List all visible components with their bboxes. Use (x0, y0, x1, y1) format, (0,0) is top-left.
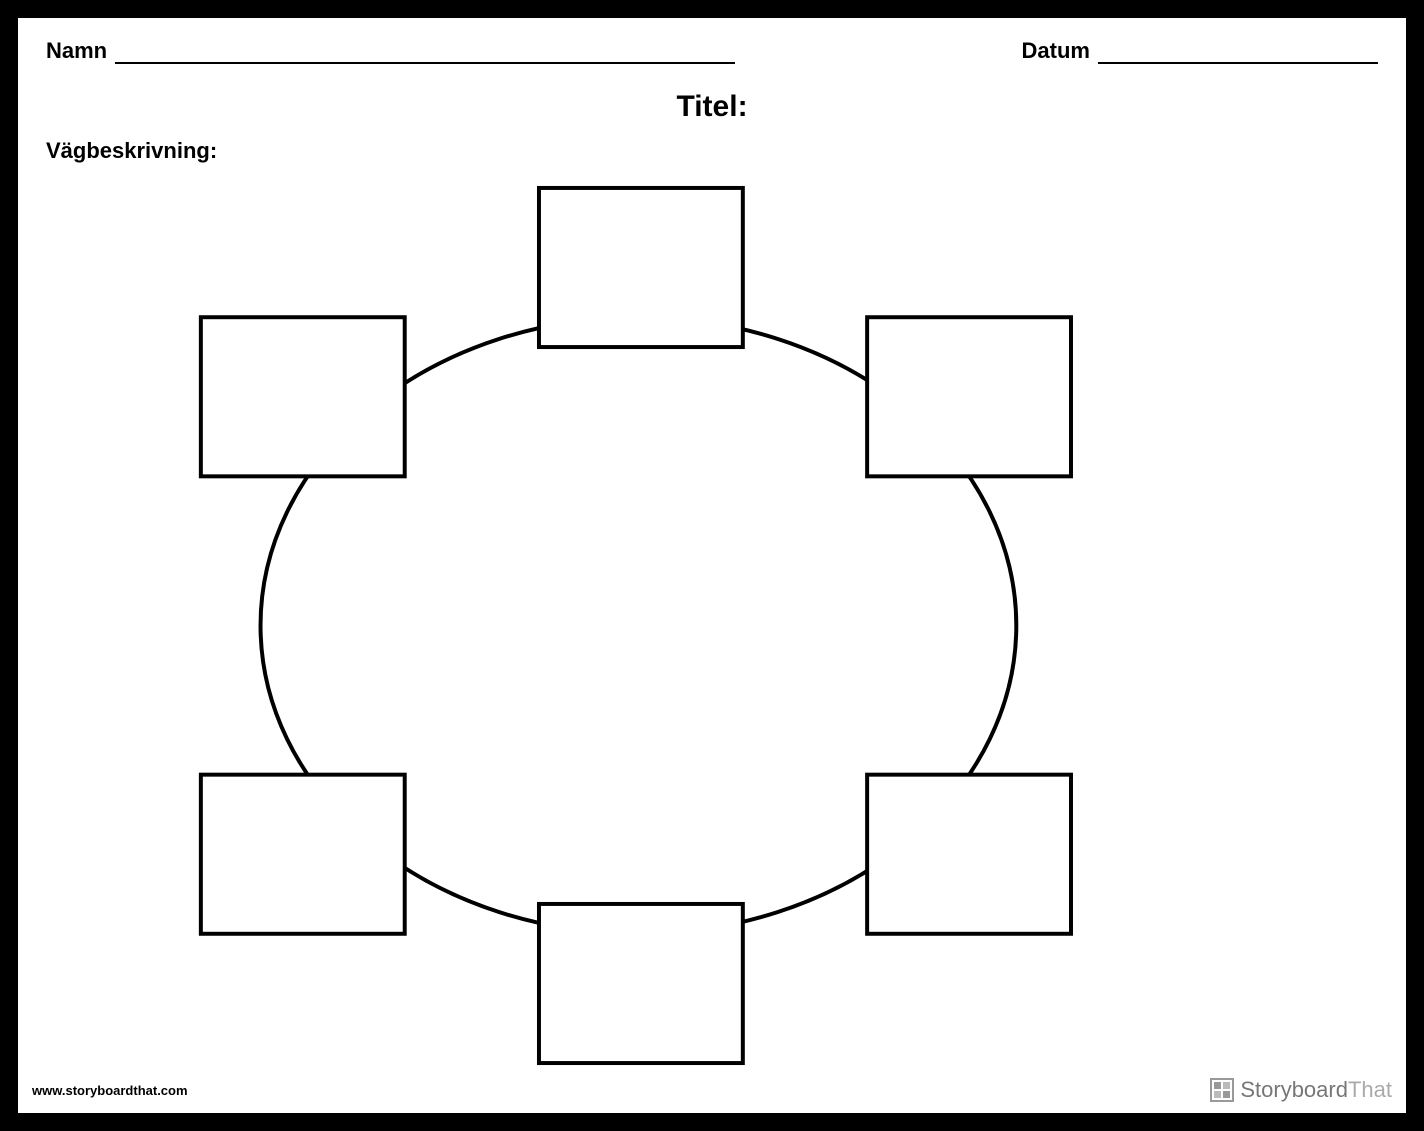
directions-label: Vägbeskrivning: (46, 138, 217, 164)
cycle-box-top[interactable] (539, 188, 743, 347)
header-row: Namn Datum (46, 38, 1378, 64)
cycle-box-bottom[interactable] (539, 904, 743, 1063)
cycle-svg (18, 178, 1406, 1073)
date-label: Datum (1022, 38, 1090, 64)
name-input-line[interactable] (115, 42, 735, 64)
cycle-box-lower-right[interactable] (867, 775, 1071, 934)
storyboard-icon (1210, 1078, 1234, 1102)
brand-text-bold: Storyboard (1240, 1077, 1348, 1102)
cycle-box-lower-left[interactable] (201, 775, 405, 934)
cycle-diagram (18, 178, 1406, 1073)
cycle-box-upper-left[interactable] (201, 317, 405, 476)
name-field-group: Namn (46, 38, 735, 64)
cycle-box-upper-right[interactable] (867, 317, 1071, 476)
outer-frame: Namn Datum Titel: Vägbeskrivning: (0, 0, 1424, 1131)
footer-brand: StoryboardThat (1210, 1077, 1392, 1103)
brand-text-light: That (1348, 1077, 1392, 1102)
footer: www.storyboardthat.com StoryboardThat (32, 1077, 1392, 1103)
footer-url: www.storyboardthat.com (32, 1083, 188, 1098)
worksheet-page: Namn Datum Titel: Vägbeskrivning: (18, 18, 1406, 1113)
title-label: Titel: (18, 90, 1406, 124)
date-field-group: Datum (1022, 38, 1378, 64)
cycle-boxes (201, 188, 1071, 1063)
name-label: Namn (46, 38, 107, 64)
date-input-line[interactable] (1098, 42, 1378, 64)
